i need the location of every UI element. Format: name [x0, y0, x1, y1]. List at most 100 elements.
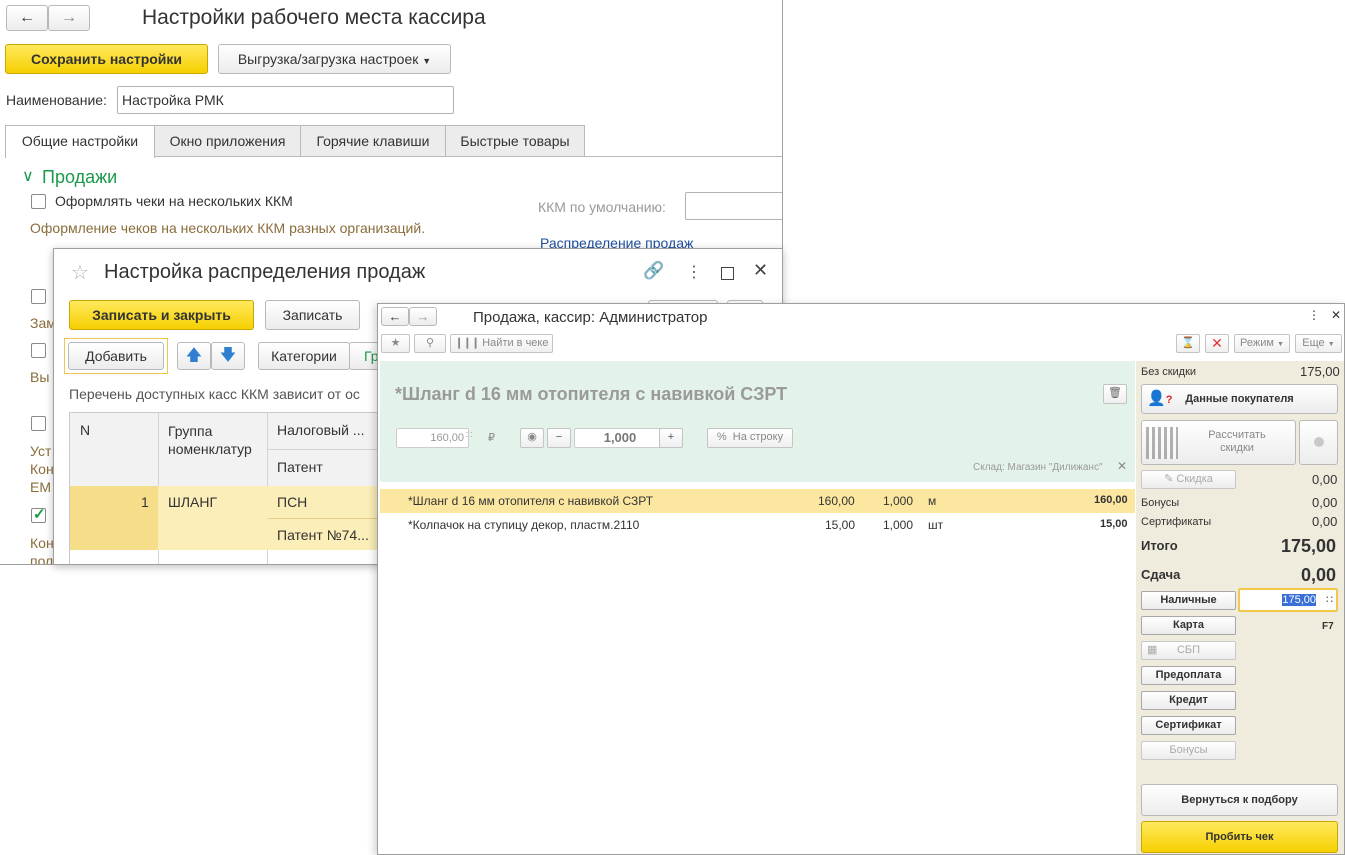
dialog-title: Настройка распределения продаж	[104, 261, 425, 284]
bonuses-button[interactable]: Бонусы	[1141, 741, 1236, 760]
cash-amount-field[interactable]: 175,00 ∷	[1238, 588, 1338, 612]
card-button[interactable]: Карта	[1141, 616, 1236, 635]
check-icon: ✓	[33, 505, 46, 523]
certificate-button[interactable]: Сертификат	[1141, 716, 1236, 735]
price-calc-icon[interactable]: ∷	[466, 430, 472, 441]
save-button[interactable]: Записать	[265, 300, 360, 330]
more-button[interactable]: Еще ▼	[1295, 334, 1342, 353]
hourglass-button[interactable]: ⌛	[1176, 334, 1200, 353]
maximize-icon[interactable]	[721, 267, 734, 280]
forward-button[interactable]: →	[48, 5, 90, 31]
hidden-checkbox-3[interactable]	[31, 416, 46, 431]
product-name: *Шланг d 16 мм отопителя с навивкой СЗРТ	[395, 384, 787, 405]
col-header-group[interactable]: Группа номенклатур	[168, 422, 268, 458]
row-group: ШЛАНГ	[168, 494, 217, 510]
close-icon[interactable]: ✕	[753, 260, 768, 281]
price-value: 160,00	[430, 432, 464, 444]
tab-app-window[interactable]: Окно приложения	[154, 125, 301, 157]
col-header-tax[interactable]: Налоговый ...	[277, 422, 364, 438]
eye-icon: ◉	[527, 431, 537, 443]
find-in-receipt-label: Найти в чеке	[482, 337, 548, 349]
currency-label: ₽	[488, 431, 495, 444]
receipt-line[interactable]: *Колпачок на ступицу декор, пластм.2110 …	[380, 513, 1135, 537]
add-button[interactable]: Добавить	[68, 342, 164, 370]
tab-general[interactable]: Общие настройки	[5, 125, 155, 158]
discount-button[interactable]: ✎ Скидка	[1141, 470, 1236, 489]
favorite-button[interactable]: ★	[381, 334, 410, 353]
dropdown-arrow-icon: ▼	[1328, 341, 1335, 348]
cash-button[interactable]: Наличные	[1141, 591, 1236, 610]
line-unit: м	[928, 494, 936, 508]
line-name: *Колпачок на ступицу декор, пластм.2110	[408, 518, 639, 532]
increase-qty-button[interactable]: +	[659, 428, 683, 448]
line-name: *Шланг d 16 мм отопителя с навивкой СЗРТ	[408, 494, 653, 508]
mode-label: Режим	[1240, 337, 1274, 349]
print-receipt-button[interactable]: Пробить чек	[1141, 821, 1338, 853]
sale-close-icon[interactable]: ✕	[1331, 308, 1341, 322]
tab-divider	[155, 156, 783, 157]
discount-value: 0,00	[1312, 472, 1337, 487]
link-icon[interactable]: 🔗	[643, 261, 664, 281]
tab-quick-products[interactable]: Быстрые товары	[445, 125, 585, 157]
search-button[interactable]: ⚲	[414, 334, 446, 353]
qr-code-icon	[1146, 427, 1178, 459]
hidden-checkbox-2[interactable]	[31, 343, 46, 358]
multi-kkm-label: Оформлять чеки на нескольких ККМ	[55, 193, 293, 209]
credit-button[interactable]: Кредит	[1141, 691, 1236, 710]
export-import-label: Выгрузка/загрузка настроек	[238, 51, 419, 67]
save-and-close-button[interactable]: Записать и закрыть	[69, 300, 254, 330]
record-button[interactable]	[1299, 420, 1338, 465]
move-down-button[interactable]: 🡇	[211, 342, 245, 370]
col-header-patent[interactable]: Патент	[277, 459, 323, 475]
cross-icon: ✕	[1211, 335, 1223, 351]
warehouse-clear-icon[interactable]: ✕	[1117, 459, 1127, 473]
table-row[interactable]: 1 ШЛАНГ ПСН Патент №74...	[70, 486, 390, 550]
save-settings-button[interactable]: Сохранить настройки	[5, 44, 208, 74]
cancel-button[interactable]: ✕	[1205, 334, 1229, 353]
back-button[interactable]: ←	[6, 5, 48, 31]
bonus-label: Бонусы	[1141, 497, 1179, 509]
chevron-down-icon[interactable]: ∨	[22, 166, 34, 186]
categories-button[interactable]: Категории	[258, 342, 350, 370]
sbp-button[interactable]: ▦ СБП	[1141, 641, 1236, 660]
prepay-button[interactable]: Предоплата	[1141, 666, 1236, 685]
sale-more-vertical-icon[interactable]: ⋮	[1308, 308, 1320, 322]
col-header-n[interactable]: N	[80, 422, 90, 438]
person-icon: 👤?	[1147, 385, 1172, 414]
qty-field[interactable]: 1,000	[574, 428, 666, 448]
mode-button[interactable]: Режим ▼	[1234, 334, 1290, 353]
star-icon[interactable]: ☆	[71, 260, 89, 285]
more-vertical-icon[interactable]: ⋮	[686, 262, 702, 282]
move-up-button[interactable]: 🡅	[177, 342, 211, 370]
section-title-sales[interactable]: Продажи	[42, 167, 117, 188]
row-tax: ПСН	[277, 494, 307, 510]
name-field[interactable]: Настройка РМК	[117, 86, 454, 114]
receipt-line[interactable]: *Шланг d 16 мм отопителя с навивкой СЗРТ…	[380, 489, 1135, 513]
delete-line-button[interactable]: 🗑	[1103, 384, 1127, 404]
sale-back-button[interactable]: ←	[381, 307, 409, 326]
dialog-hint: Перечень доступных касс ККМ зависит от о…	[69, 386, 360, 402]
no-discount-value: 175,00	[1300, 364, 1340, 379]
to-row-button[interactable]: % На строку	[707, 428, 793, 448]
back-to-selection-button[interactable]: Вернуться к подбору	[1141, 784, 1338, 816]
view-button[interactable]: ◉	[520, 428, 544, 448]
decrease-qty-button[interactable]: −	[547, 428, 571, 448]
hidden-checkbox-4-checked[interactable]: ✓	[31, 508, 46, 523]
dropdown-arrow-icon: ▼	[422, 56, 431, 66]
row-patent: Патент №74...	[277, 527, 369, 543]
buyer-data-button[interactable]: 👤? Данные покупателя	[1141, 384, 1338, 414]
line-price: 15,00	[825, 518, 855, 532]
price-field[interactable]: 160,00	[396, 428, 469, 448]
total-label: Итого	[1141, 538, 1178, 553]
hidden-checkbox-1[interactable]	[31, 289, 46, 304]
calculator-icon[interactable]: ∷	[1326, 590, 1333, 610]
sale-forward-button[interactable]: →	[409, 307, 437, 326]
tab-hotkeys[interactable]: Горячие клавиши	[300, 125, 446, 157]
find-in-receipt-button[interactable]: ❙❙❙ Найти в чеке	[450, 334, 553, 353]
multi-kkm-checkbox[interactable]	[31, 194, 46, 209]
line-sum: 15,00	[1100, 518, 1128, 530]
export-import-button[interactable]: Выгрузка/загрузка настроек ▼	[218, 44, 451, 74]
certs-label: Сертификаты	[1141, 516, 1211, 528]
calc-discounts-button[interactable]: Рассчитать скидки	[1141, 420, 1296, 465]
default-kkm-field[interactable]	[685, 192, 783, 220]
